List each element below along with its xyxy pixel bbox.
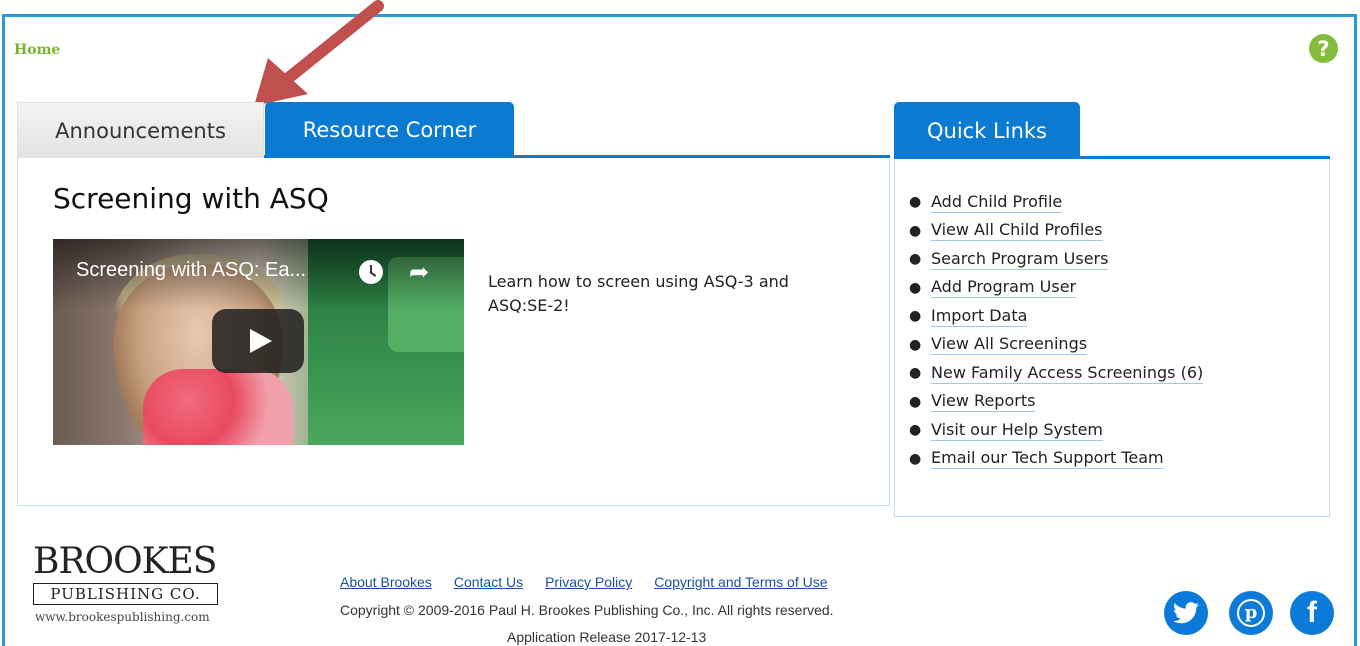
quick-link-item: ● Search Program Users [909, 245, 1203, 274]
brand-subtitle: PUBLISHING CO. [33, 583, 218, 605]
release-text: Application Release 2017-12-13 [507, 629, 707, 645]
bullet-icon: ● [909, 393, 922, 410]
quick-link-search-program-users[interactable]: Search Program Users [931, 249, 1109, 270]
quick-link-item: ● View All Child Profiles [909, 217, 1203, 246]
resource-title: Screening with ASQ [53, 182, 329, 215]
facebook-icon[interactable]: f [1290, 591, 1334, 635]
quick-link-add-child-profile[interactable]: Add Child Profile [931, 192, 1063, 213]
quick-link-item: ● New Family Access Screenings (6) [909, 359, 1204, 388]
quick-link-view-reports[interactable]: View Reports [931, 391, 1036, 413]
footer-link-copyright-terms[interactable]: Copyright and Terms of Use [654, 574, 827, 590]
bullet-icon: ● [909, 450, 922, 467]
resource-panel: Announcements Resource Corner Screening … [17, 102, 890, 506]
quick-link-item: ● View All Screenings [909, 331, 1203, 360]
quick-links-list: ● Add Child Profile ● View All Child Profi… [909, 188, 1204, 474]
bullet-icon: ● [909, 336, 922, 353]
video-title[interactable]: Screening with ASQ: Ea... [76, 259, 306, 282]
bullet-icon: ● [909, 308, 922, 325]
annotation-arrow [254, 0, 384, 106]
quick-links-panel: Quick Links ● Add Child Profile ● View All… [894, 102, 1330, 517]
resource-tabs: Announcements Resource Corner [17, 102, 890, 158]
quick-links-tabs: Quick Links [894, 102, 1330, 159]
video-player[interactable]: Screening with ASQ: Ea... ➦ [53, 239, 464, 445]
quick-link-add-program-user[interactable]: Add Program User [931, 277, 1077, 299]
brand-url: www.brookespublishing.com [35, 610, 210, 624]
quick-links-content: ● Add Child Profile ● View All Child Profi… [894, 159, 1330, 517]
quick-link-new-family-access-screenings[interactable]: New Family Access Screenings (6) [931, 363, 1204, 384]
tab-resource-corner[interactable]: Resource Corner [265, 102, 514, 158]
bullet-icon: ● [909, 365, 922, 382]
quick-link-item: ● Add Child Profile [909, 188, 1203, 217]
share-icon[interactable]: ➦ [409, 260, 429, 284]
twitter-bird-glyph [1173, 602, 1199, 624]
brand-name: BROOKES [33, 541, 217, 582]
bullet-icon: ● [909, 194, 922, 211]
pinterest-icon[interactable]: p [1229, 591, 1273, 635]
bullet-icon: ● [909, 422, 922, 439]
breadcrumb-home[interactable]: Home [14, 42, 60, 58]
quick-link-item: ● View Reports [909, 388, 1203, 417]
footer-links: About Brookes Contact Us Privacy Policy … [340, 574, 828, 590]
bullet-icon: ● [909, 279, 922, 296]
tab-quick-links[interactable]: Quick Links [894, 102, 1080, 159]
play-icon[interactable] [212, 309, 304, 373]
clock-icon[interactable] [359, 260, 383, 284]
tab-announcements[interactable]: Announcements [17, 102, 264, 158]
quick-link-item: ● Add Program User [909, 274, 1203, 303]
quick-link-visit-help-system[interactable]: Visit our Help System [931, 420, 1103, 441]
resource-description: Learn how to screen using ASQ-3 and ASQ:… [488, 272, 789, 315]
bullet-icon: ● [909, 222, 922, 239]
quick-link-view-all-screenings[interactable]: View All Screenings [931, 334, 1088, 356]
video-person-scarf [143, 369, 293, 445]
quick-link-view-all-child-profiles[interactable]: View All Child Profiles [931, 220, 1103, 242]
quick-link-item: ● Visit our Help System [909, 416, 1203, 445]
quick-link-item: ● Import Data [909, 302, 1203, 331]
quick-link-email-tech-support[interactable]: Email our Tech Support Team [931, 448, 1164, 470]
footer-link-contact[interactable]: Contact Us [454, 574, 523, 590]
footer-link-privacy[interactable]: Privacy Policy [545, 574, 632, 590]
bullet-icon: ● [909, 251, 922, 268]
twitter-icon[interactable] [1164, 591, 1208, 635]
resource-content: Screening with ASQ Screening with ASQ: E… [17, 158, 890, 506]
copyright-text: Copyright © 2009-2016 Paul H. Brookes Pu… [340, 602, 834, 618]
quick-link-item: ● Email our Tech Support Team [909, 445, 1203, 474]
pinterest-glyph: p [1237, 599, 1265, 627]
question-circle-icon[interactable]: ? [1309, 34, 1338, 63]
quick-link-import-data[interactable]: Import Data [931, 306, 1028, 327]
footer-link-about[interactable]: About Brookes [340, 574, 432, 590]
brookes-logo[interactable]: BROOKES PUBLISHING CO. www.brookespublis… [33, 542, 223, 628]
